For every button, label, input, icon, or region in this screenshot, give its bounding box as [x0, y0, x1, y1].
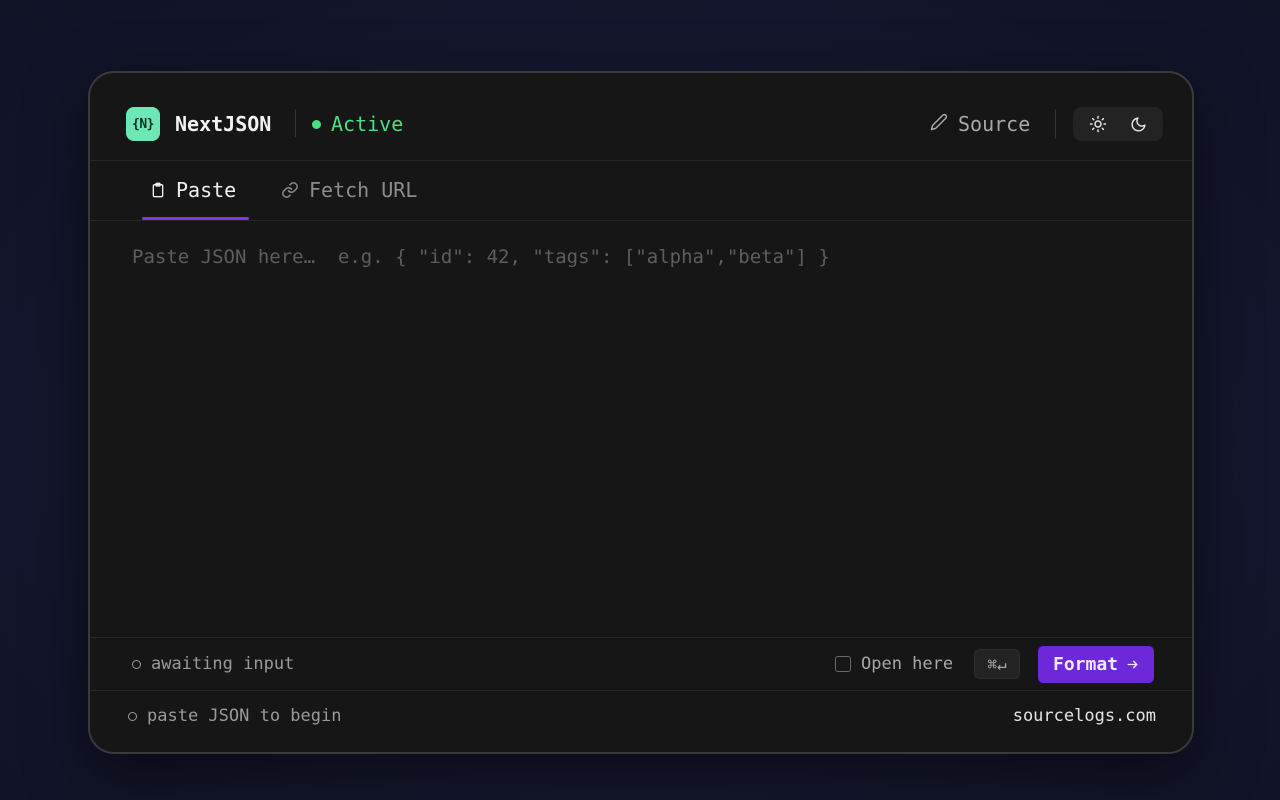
action-bar: awaiting input Open here ⌘↵ Format — [90, 637, 1192, 691]
theme-toggle — [1073, 107, 1163, 141]
checkbox-icon — [835, 656, 851, 672]
moon-icon — [1131, 116, 1146, 131]
tab-paste-label: Paste — [176, 178, 237, 202]
status-dot-icon — [312, 119, 321, 129]
footer: paste JSON to begin sourcelogs.com — [90, 690, 1192, 752]
input-tabs: Paste Fetch URL — [90, 160, 1192, 221]
header-divider — [295, 109, 296, 137]
app-name: NextJSON — [175, 112, 272, 136]
sun-icon — [1089, 115, 1106, 133]
status-indicator: Active — [312, 110, 403, 138]
source-button[interactable]: Source — [930, 109, 1030, 139]
dark-theme-button[interactable] — [1122, 110, 1156, 138]
keyboard-shortcut-badge: ⌘↵ — [974, 649, 1020, 679]
app-window: {N} NextJSON Active Source Paste Fetch U… — [88, 71, 1194, 754]
status-label: Active — [331, 112, 404, 136]
pencil-icon — [930, 109, 948, 139]
format-label: Format — [1052, 654, 1119, 675]
active-tab-indicator — [142, 217, 249, 220]
tab-fetch-url-label: Fetch URL — [309, 178, 418, 202]
status-ring-icon — [132, 659, 141, 669]
format-button[interactable]: Format — [1038, 646, 1154, 683]
link-icon — [282, 182, 298, 198]
light-theme-button[interactable] — [1081, 110, 1115, 138]
input-status: awaiting input — [132, 638, 294, 690]
header: {N} NextJSON Active Source — [90, 73, 1192, 161]
arrow-right-icon — [1127, 660, 1138, 669]
tab-paste[interactable]: Paste — [150, 160, 236, 220]
clipboard-icon — [152, 182, 164, 198]
source-label: Source — [958, 112, 1031, 136]
app-logo: {N} — [126, 107, 160, 141]
json-input[interactable] — [90, 221, 1192, 637]
input-status-text: awaiting input — [151, 654, 295, 674]
open-here-checkbox[interactable]: Open here — [835, 638, 953, 690]
json-editor — [90, 221, 1192, 637]
footer-hint-text: paste JSON to begin — [147, 706, 342, 726]
tab-fetch-url[interactable]: Fetch URL — [281, 160, 417, 220]
header-divider-right — [1055, 109, 1056, 139]
footer-link[interactable]: sourcelogs.com — [1013, 690, 1156, 742]
footer-hint: paste JSON to begin — [128, 690, 341, 742]
hint-ring-icon — [128, 711, 137, 721]
open-here-label: Open here — [861, 654, 954, 674]
